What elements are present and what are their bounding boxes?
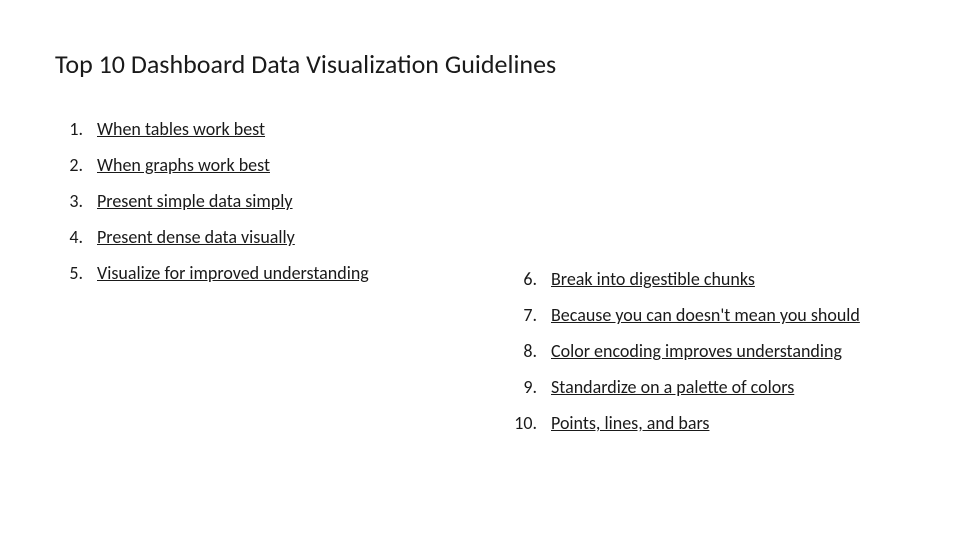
list-number: 7. xyxy=(505,304,537,326)
list-item: 6. Break into digestible chunks xyxy=(505,268,935,290)
list-number: 5. xyxy=(55,262,83,284)
list-item: 4. Present dense data visually xyxy=(55,226,475,248)
right-column: 6. Break into digestible chunks 7. Becau… xyxy=(505,268,935,448)
guideline-link-points-lines-bars[interactable]: Points, lines, and bars xyxy=(551,412,709,434)
list-number: 2. xyxy=(55,154,83,176)
guideline-link-because-you-can[interactable]: Because you can doesn't mean you should xyxy=(551,304,860,326)
page-title: Top 10 Dashboard Data Visualization Guid… xyxy=(55,48,556,80)
guideline-link-dense-data[interactable]: Present dense data visually xyxy=(97,226,295,248)
list-item: 3. Present simple data simply xyxy=(55,190,475,212)
list-item: 9. Standardize on a palette of colors xyxy=(505,376,935,398)
list-number: 4. xyxy=(55,226,83,248)
list-number: 9. xyxy=(505,376,537,398)
list-item: 5. Visualize for improved understanding xyxy=(55,262,475,284)
list-number: 3. xyxy=(55,190,83,212)
list-number: 10. xyxy=(505,412,537,434)
guideline-link-chunks[interactable]: Break into digestible chunks xyxy=(551,268,755,290)
list-number: 1. xyxy=(55,118,83,140)
list-number: 6. xyxy=(505,268,537,290)
list-number: 8. xyxy=(505,340,537,362)
list-item: 10. Points, lines, and bars xyxy=(505,412,935,434)
left-column: 1. When tables work best 2. When graphs … xyxy=(55,118,475,298)
guideline-link-palette[interactable]: Standardize on a palette of colors xyxy=(551,376,794,398)
list-item: 7. Because you can doesn't mean you shou… xyxy=(505,304,935,326)
list-item: 8. Color encoding improves understanding xyxy=(505,340,935,362)
guideline-link-graphs[interactable]: When graphs work best xyxy=(97,154,270,176)
guideline-link-simple-data[interactable]: Present simple data simply xyxy=(97,190,293,212)
list-item: 2. When graphs work best xyxy=(55,154,475,176)
guideline-link-visualize[interactable]: Visualize for improved understanding xyxy=(97,262,369,284)
list-item: 1. When tables work best xyxy=(55,118,475,140)
guideline-link-color-encoding[interactable]: Color encoding improves understanding xyxy=(551,340,842,362)
guideline-link-tables[interactable]: When tables work best xyxy=(97,118,265,140)
